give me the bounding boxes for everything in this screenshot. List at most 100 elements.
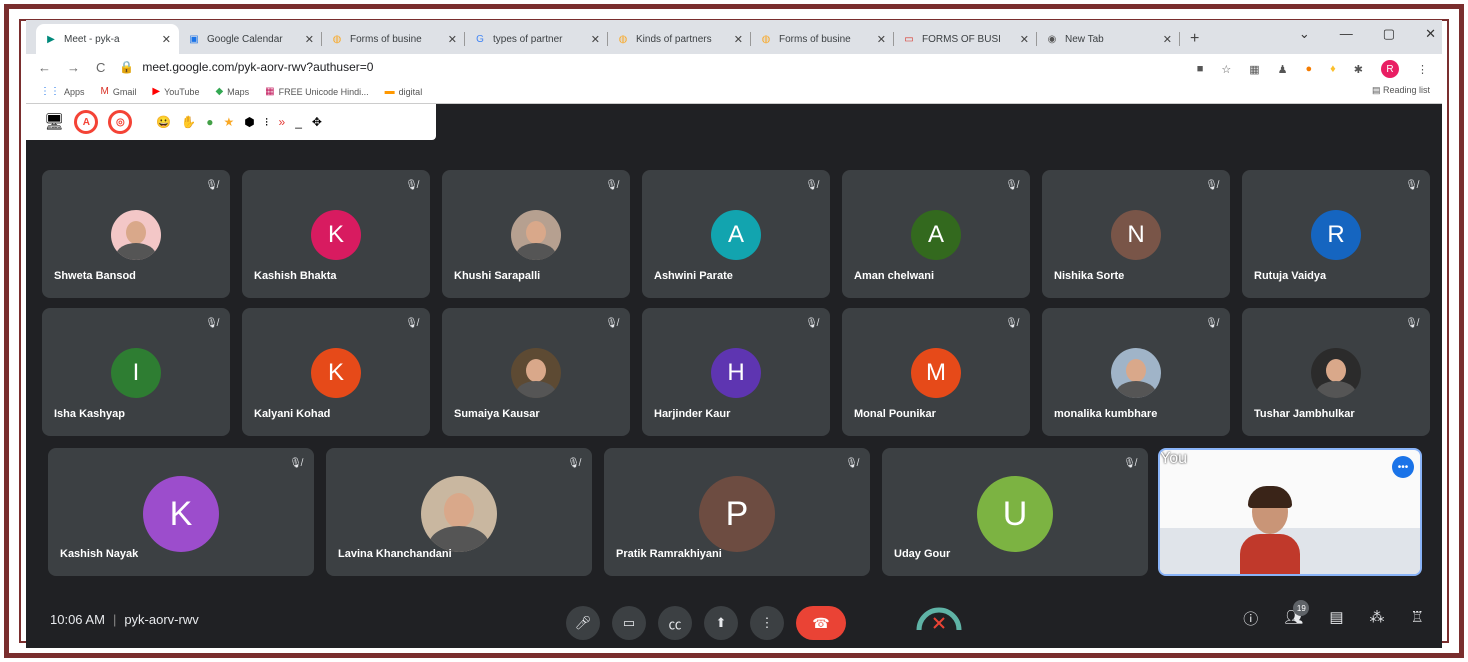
- reading-list[interactable]: ▤ Reading list: [1372, 85, 1430, 96]
- forward-ext-icon[interactable]: »: [279, 115, 286, 129]
- close-tab-icon[interactable]: ✕: [1163, 33, 1172, 46]
- participant-name: Uday Gour: [894, 548, 951, 560]
- present-screen-icon[interactable]: ⬆: [704, 606, 738, 640]
- browser-tab[interactable]: ▭ FORMS OF BUSI ✕: [894, 24, 1037, 54]
- bookmark-label: Maps: [227, 86, 250, 97]
- puzzle-icon[interactable]: ✱: [1354, 63, 1363, 76]
- extension-popup-bar: 🖥 A ◎ 😀 ✋ ● ★ ⬢ ⁝ » _ ✥: [26, 104, 436, 140]
- forward-icon[interactable]: →: [67, 60, 80, 75]
- minimize-icon[interactable]: —: [1340, 26, 1353, 42]
- extension-icon[interactable]: ▦: [1249, 63, 1259, 76]
- captions-icon[interactable]: ㏄: [658, 606, 692, 640]
- participant-tile[interactable]: 🎙︎̸ K Kashish Bhakta: [242, 170, 430, 298]
- participant-tile[interactable]: 🎙︎̸ Sumaiya Kausar: [442, 308, 630, 436]
- hand-icon[interactable]: ✋: [181, 115, 196, 129]
- participant-tile[interactable]: 🎙︎̸ I Isha Kashyap: [42, 308, 230, 436]
- extension-icon[interactable]: ●: [1306, 63, 1313, 75]
- camera-icon[interactable]: ■: [1197, 63, 1204, 75]
- minimize-ext-icon[interactable]: _: [295, 115, 302, 129]
- browser-tab[interactable]: ◍ Forms of busine ✕: [751, 24, 894, 54]
- close-tab-icon[interactable]: ✕: [1020, 33, 1029, 46]
- browser-tab[interactable]: ◉ New Tab ✕: [1037, 24, 1180, 54]
- bookmark-item[interactable]: ▦ FREE Unicode Hindi...: [265, 86, 369, 97]
- participant-tile[interactable]: 🎙︎̸ Lavina Khanchandani: [326, 448, 592, 576]
- close-tab-icon[interactable]: ✕: [305, 33, 314, 46]
- profile-avatar[interactable]: R: [1381, 60, 1399, 78]
- participant-tile[interactable]: 🎙︎̸ H Harjinder Kaur: [642, 308, 830, 436]
- browser-tab[interactable]: ◍ Forms of busine ✕: [322, 24, 465, 54]
- people-icon[interactable]: 👥︎ 19: [1284, 600, 1310, 629]
- screen-share-ext-icon[interactable]: 🖥: [44, 112, 64, 132]
- close-tab-icon[interactable]: ✕: [162, 33, 171, 46]
- extension-icon[interactable]: ♦: [1330, 63, 1336, 75]
- participant-name: Sumaiya Kausar: [454, 408, 540, 420]
- participant-tile[interactable]: 🎙︎̸ Khushi Sarapalli: [442, 170, 630, 298]
- move-icon[interactable]: ✥: [312, 115, 322, 129]
- camera-toggle-icon[interactable]: ▭: [612, 606, 646, 640]
- participant-tile[interactable]: 🎙︎̸ K Kalyani Kohad: [242, 308, 430, 436]
- chat-icon[interactable]: ●: [206, 115, 213, 129]
- close-tab-icon[interactable]: ✕: [734, 33, 743, 46]
- more-options-icon[interactable]: ⋮: [750, 606, 784, 640]
- close-tab-icon[interactable]: ✕: [448, 33, 457, 46]
- self-name-label: You: [1160, 450, 1187, 467]
- close-tab-icon[interactable]: ✕: [877, 33, 886, 46]
- new-tab-icon[interactable]: +: [1180, 24, 1209, 54]
- bookmark-item[interactable]: ◆ Maps: [215, 86, 249, 97]
- hex-icon[interactable]: ⬢: [244, 115, 254, 129]
- participant-tile[interactable]: 🎙︎̸ K Kashish Nayak: [48, 448, 314, 576]
- bookmark-item[interactable]: ⋮⋮ Apps: [40, 86, 85, 97]
- chat-panel-icon[interactable]: ▤: [1329, 608, 1343, 629]
- window-controls: ⌄ — ▢ ✕: [1299, 26, 1436, 42]
- self-options-icon[interactable]: •••: [1392, 456, 1414, 478]
- participant-tile[interactable]: 🎙︎̸ N Nishika Sorte: [1042, 170, 1230, 298]
- restore-icon[interactable]: ▢: [1383, 26, 1395, 42]
- host-controls-icon[interactable]: ♖: [1411, 608, 1424, 629]
- photo-shoulders: [116, 243, 156, 260]
- participant-photo: [1111, 348, 1161, 398]
- participant-avatar: K: [311, 348, 361, 398]
- participant-tile[interactable]: 🎙︎̸ Tushar Jambhulkar: [1242, 308, 1430, 436]
- bookmark-label: YouTube: [164, 86, 200, 97]
- self-video-tile[interactable]: ••• You: [1158, 448, 1422, 576]
- participant-tile[interactable]: 🎙︎̸ P Pratik Ramrakhiyani: [604, 448, 870, 576]
- bookmark-item[interactable]: ▶ YouTube: [152, 86, 199, 97]
- extension-toolbar: ■ ☆ ▦ ♟ ● ♦ ✱ R ⋮: [1197, 60, 1428, 78]
- back-icon[interactable]: ←: [38, 60, 51, 75]
- bookmark-item[interactable]: ▬ digital: [385, 86, 423, 97]
- participant-tile[interactable]: 🎙︎̸ R Rutuja Vaidya: [1242, 170, 1430, 298]
- more-icon[interactable]: ⁝: [265, 115, 269, 129]
- browser-tab[interactable]: ▣ Google Calendar ✕: [179, 24, 322, 54]
- meeting-details-icon[interactable]: ⓘ: [1243, 608, 1258, 629]
- call-controls: 🎤︎ ▭ ㏄ ⬆ ⋮ ☎: [566, 606, 846, 640]
- emoji-icon[interactable]: 😀: [156, 115, 171, 129]
- muted-mic-icon: 🎙︎̸: [845, 458, 858, 469]
- activities-icon[interactable]: ⁂: [1370, 608, 1385, 629]
- participant-tile[interactable]: 🎙︎̸ A Ashwini Parate: [642, 170, 830, 298]
- bookmark-item[interactable]: M Gmail: [101, 86, 137, 97]
- browser-tab[interactable]: ▶ Meet - pyk-a ✕: [36, 24, 179, 54]
- end-call-icon[interactable]: ☎: [796, 606, 846, 640]
- participant-tile[interactable]: 🎙︎̸ Shweta Bansod: [42, 170, 230, 298]
- participant-name: monalika kumbhare: [1054, 408, 1158, 420]
- extension-icon[interactable]: ♟: [1278, 63, 1288, 76]
- participant-name: Shweta Bansod: [54, 270, 136, 282]
- star-icon[interactable]: ★: [223, 115, 234, 129]
- close-window-icon[interactable]: ✕: [1425, 26, 1436, 42]
- browser-tab[interactable]: ◍ Kinds of partners ✕: [608, 24, 751, 54]
- browser-tab[interactable]: Gtypes of partner ✕: [465, 24, 608, 54]
- mic-toggle-icon[interactable]: 🎤︎: [566, 606, 600, 640]
- url-field[interactable]: 🔒 meet.google.com/pyk-aorv-rwv?authuser=0: [119, 60, 373, 74]
- bookmark-star-icon[interactable]: ☆: [1221, 63, 1231, 76]
- ext-a-icon[interactable]: A: [74, 110, 99, 134]
- participant-tile[interactable]: 🎙︎̸ A Aman chelwani: [842, 170, 1030, 298]
- reload-icon[interactable]: C: [96, 60, 105, 75]
- participant-tile[interactable]: 🎙︎̸ monalika kumbhare: [1042, 308, 1230, 436]
- ext-c-icon[interactable]: ◎: [108, 110, 133, 134]
- tab-search-icon[interactable]: ⌄: [1299, 26, 1310, 42]
- close-tab-icon[interactable]: ✕: [591, 33, 600, 46]
- participant-tile[interactable]: 🎙︎̸ U Uday Gour: [882, 448, 1148, 576]
- menu-dots-icon[interactable]: ⋮: [1417, 63, 1428, 76]
- participant-tile[interactable]: 🎙︎̸ M Monal Pounikar: [842, 308, 1030, 436]
- meeting-controls-bar: 10:06 AM | pyk-aorv-rwv 🎤︎ ▭ ㏄ ⬆ ⋮ ☎ ⓘ 👥︎ 1…: [26, 598, 1442, 648]
